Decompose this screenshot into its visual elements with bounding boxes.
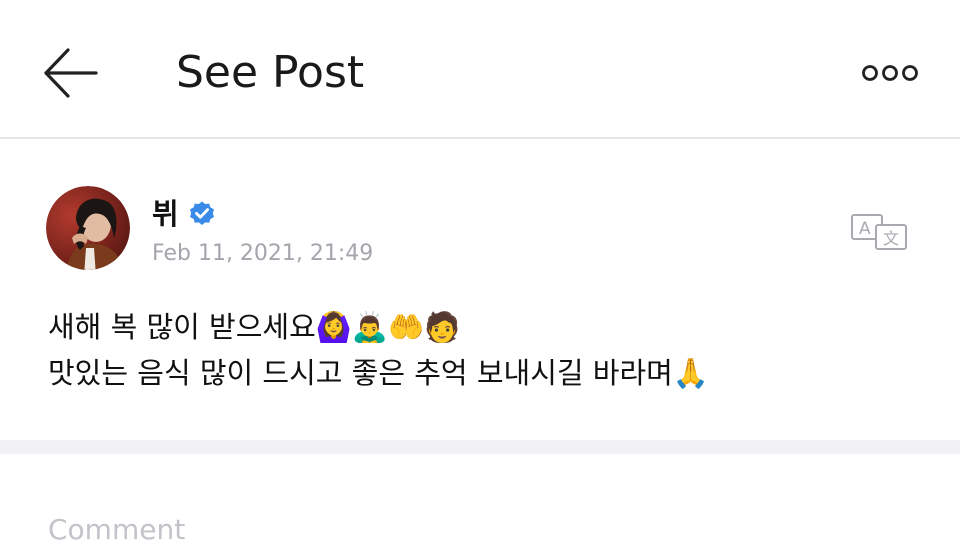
page-title: See Post bbox=[176, 47, 365, 98]
translate-icon: A 文 bbox=[851, 214, 907, 250]
verified-check-icon bbox=[188, 200, 216, 228]
svg-text:A: A bbox=[859, 219, 871, 239]
top-app-bar: See Post bbox=[0, 0, 960, 139]
author-name[interactable]: 뷔 bbox=[152, 196, 179, 232]
post-body-line: 새해 복 많이 받으세요🙆‍♀️🙇‍♂️🤲🧑 bbox=[48, 310, 461, 344]
post-body-line: 맛있는 음식 많이 드시고 좋은 추억 보내시길 바라며🙏 bbox=[48, 356, 709, 390]
section-divider bbox=[0, 440, 960, 454]
comment-input[interactable]: Comment bbox=[48, 512, 185, 548]
more-options-button[interactable] bbox=[860, 58, 920, 88]
translate-button[interactable]: A 文 bbox=[850, 212, 910, 252]
arrow-left-icon bbox=[44, 48, 98, 98]
post-body: 새해 복 많이 받으세요🙆‍♀️🙇‍♂️🤲🧑 맛있는 음식 많이 드시고 좋은 … bbox=[48, 304, 928, 396]
svg-text:文: 文 bbox=[883, 229, 899, 248]
back-button[interactable] bbox=[40, 44, 100, 102]
post-timestamp: Feb 11, 2021, 21:49 bbox=[152, 241, 374, 266]
avatar-image bbox=[46, 186, 130, 270]
more-horizontal-icon bbox=[862, 65, 918, 81]
author-avatar[interactable] bbox=[46, 186, 130, 270]
